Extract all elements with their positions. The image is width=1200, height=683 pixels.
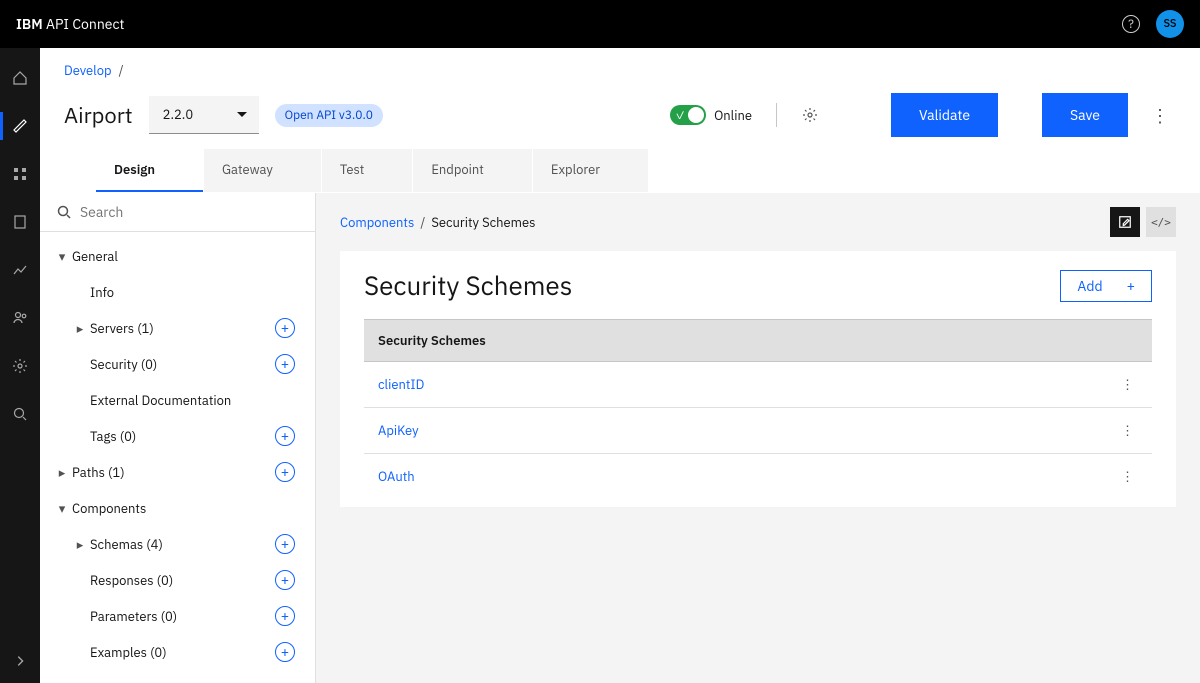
home-icon[interactable]	[10, 68, 30, 88]
tree-responses[interactable]: Responses (0)+	[40, 562, 315, 598]
search-input[interactable]	[80, 203, 299, 221]
tree-label: Parameters (0)	[90, 608, 275, 625]
chevron-right-icon[interactable]	[10, 651, 30, 671]
card-title: Security Schemes	[364, 269, 1060, 303]
online-toggle[interactable]: ✓	[670, 105, 706, 125]
tree-components[interactable]: ▾Components	[40, 490, 315, 526]
security-schemes-card: Security Schemes Add + Security Schemes c…	[340, 251, 1176, 507]
product-name: IBM API Connect	[16, 15, 124, 33]
chevron-right-icon: ▸	[52, 464, 72, 481]
crumb-components[interactable]: Components	[340, 214, 414, 231]
overflow-icon[interactable]: ⋮	[1117, 376, 1138, 393]
plus-icon[interactable]: +	[275, 534, 295, 554]
tree-label: Schemas (4)	[90, 536, 275, 553]
overflow-icon[interactable]: ⋮	[1117, 422, 1138, 439]
table-row[interactable]: OAuth⋮	[364, 454, 1152, 499]
divider	[776, 103, 777, 127]
tab-explorer[interactable]: Explorer	[533, 149, 648, 192]
check-icon: ✓	[675, 109, 685, 123]
brand-name: API Connect	[46, 15, 124, 33]
tabs: Design Gateway Test Endpoint Explorer	[40, 149, 1200, 193]
crumb-sep: /	[420, 214, 425, 231]
chart-icon[interactable]	[10, 260, 30, 280]
avatar[interactable]: SS	[1156, 10, 1184, 38]
tree-schemas[interactable]: ▸Schemas (4)+	[40, 526, 315, 562]
breadcrumb-develop[interactable]: Develop	[64, 62, 112, 79]
breadcrumb-separator: /	[119, 62, 124, 79]
overflow-icon[interactable]: ⋮	[1144, 104, 1176, 127]
tab-design[interactable]: Design	[96, 149, 203, 192]
help-icon[interactable]: ?	[1122, 15, 1140, 33]
save-button[interactable]: Save	[1042, 93, 1128, 137]
code-toggle-button[interactable]: </>	[1146, 207, 1176, 237]
tree-info[interactable]: Info	[40, 274, 315, 310]
tree-servers[interactable]: ▸Servers (1)+	[40, 310, 315, 346]
add-button[interactable]: Add +	[1060, 270, 1152, 302]
scheme-name: clientID	[378, 376, 1117, 393]
plus-icon[interactable]: +	[275, 462, 295, 482]
gear-icon[interactable]	[801, 106, 819, 124]
tree-label: General	[72, 248, 307, 265]
settings-icon[interactable]	[10, 356, 30, 376]
global-header: IBM API Connect ? SS	[0, 0, 1200, 48]
chevron-down-icon: ▾	[52, 500, 72, 517]
version-select[interactable]: 2.2.0	[149, 96, 259, 134]
tree-label: Info	[90, 284, 307, 301]
tree-label: Servers (1)	[90, 320, 275, 337]
tree-label: Paths (1)	[72, 464, 275, 481]
online-label: Online	[714, 107, 752, 124]
tab-endpoint[interactable]: Endpoint	[413, 149, 532, 192]
chevron-right-icon: ▸	[70, 320, 90, 337]
tab-gateway[interactable]: Gateway	[204, 149, 321, 192]
table-row[interactable]: clientID⋮	[364, 362, 1152, 408]
version-value: 2.2.0	[163, 106, 193, 123]
tree-parameters[interactable]: Parameters (0)+	[40, 598, 315, 634]
tree-extdoc[interactable]: External Documentation	[40, 382, 315, 418]
scheme-name: OAuth	[378, 468, 1117, 485]
plus-icon[interactable]: +	[275, 354, 295, 374]
tree-security[interactable]: Security (0)+	[40, 346, 315, 382]
tree-paths[interactable]: ▸Paths (1)+	[40, 454, 315, 490]
api-title: Airport	[64, 101, 133, 130]
table-row[interactable]: ApiKey⋮	[364, 408, 1152, 454]
plus-icon[interactable]: +	[275, 318, 295, 338]
overflow-icon[interactable]: ⋮	[1117, 468, 1138, 485]
tab-test[interactable]: Test	[322, 149, 413, 192]
plus-icon[interactable]: +	[275, 642, 295, 662]
design-tree-panel: ▾General Info ▸Servers (1)+ Security (0)…	[40, 193, 316, 683]
file-icon[interactable]	[10, 212, 30, 232]
openapi-badge: Open API v3.0.0	[275, 104, 383, 127]
scheme-name: ApiKey	[378, 422, 1117, 439]
table-header: Security Schemes	[364, 319, 1152, 362]
edit-button[interactable]	[1110, 207, 1140, 237]
add-label: Add	[1077, 277, 1102, 295]
plus-icon[interactable]: +	[275, 570, 295, 590]
tree-general[interactable]: ▾General	[40, 238, 315, 274]
search-icon[interactable]	[10, 404, 30, 424]
tree-tags[interactable]: Tags (0)+	[40, 418, 315, 454]
apps-icon[interactable]	[10, 164, 30, 184]
users-icon[interactable]	[10, 308, 30, 328]
plus-icon[interactable]: +	[275, 606, 295, 626]
brand-prefix: IBM	[16, 15, 43, 33]
chevron-right-icon: ▸	[70, 536, 90, 553]
tree-label: Components	[72, 500, 307, 517]
breadcrumb: Develop /	[40, 48, 1200, 83]
develop-icon[interactable]	[10, 116, 30, 136]
left-rail	[0, 48, 40, 683]
plus-icon[interactable]: +	[275, 426, 295, 446]
validate-button[interactable]: Validate	[891, 93, 998, 137]
plus-icon: +	[1127, 277, 1135, 295]
tree-label: Security (0)	[90, 356, 275, 373]
tree-label: External Documentation	[90, 392, 307, 409]
crumb-current: Security Schemes	[431, 214, 535, 231]
tree-label: Examples (0)	[90, 644, 275, 661]
tree-examples[interactable]: Examples (0)+	[40, 634, 315, 670]
tree-label: Responses (0)	[90, 572, 275, 589]
search-icon	[56, 204, 72, 220]
chevron-down-icon: ▾	[52, 248, 72, 265]
tree-label: Tags (0)	[90, 428, 275, 445]
